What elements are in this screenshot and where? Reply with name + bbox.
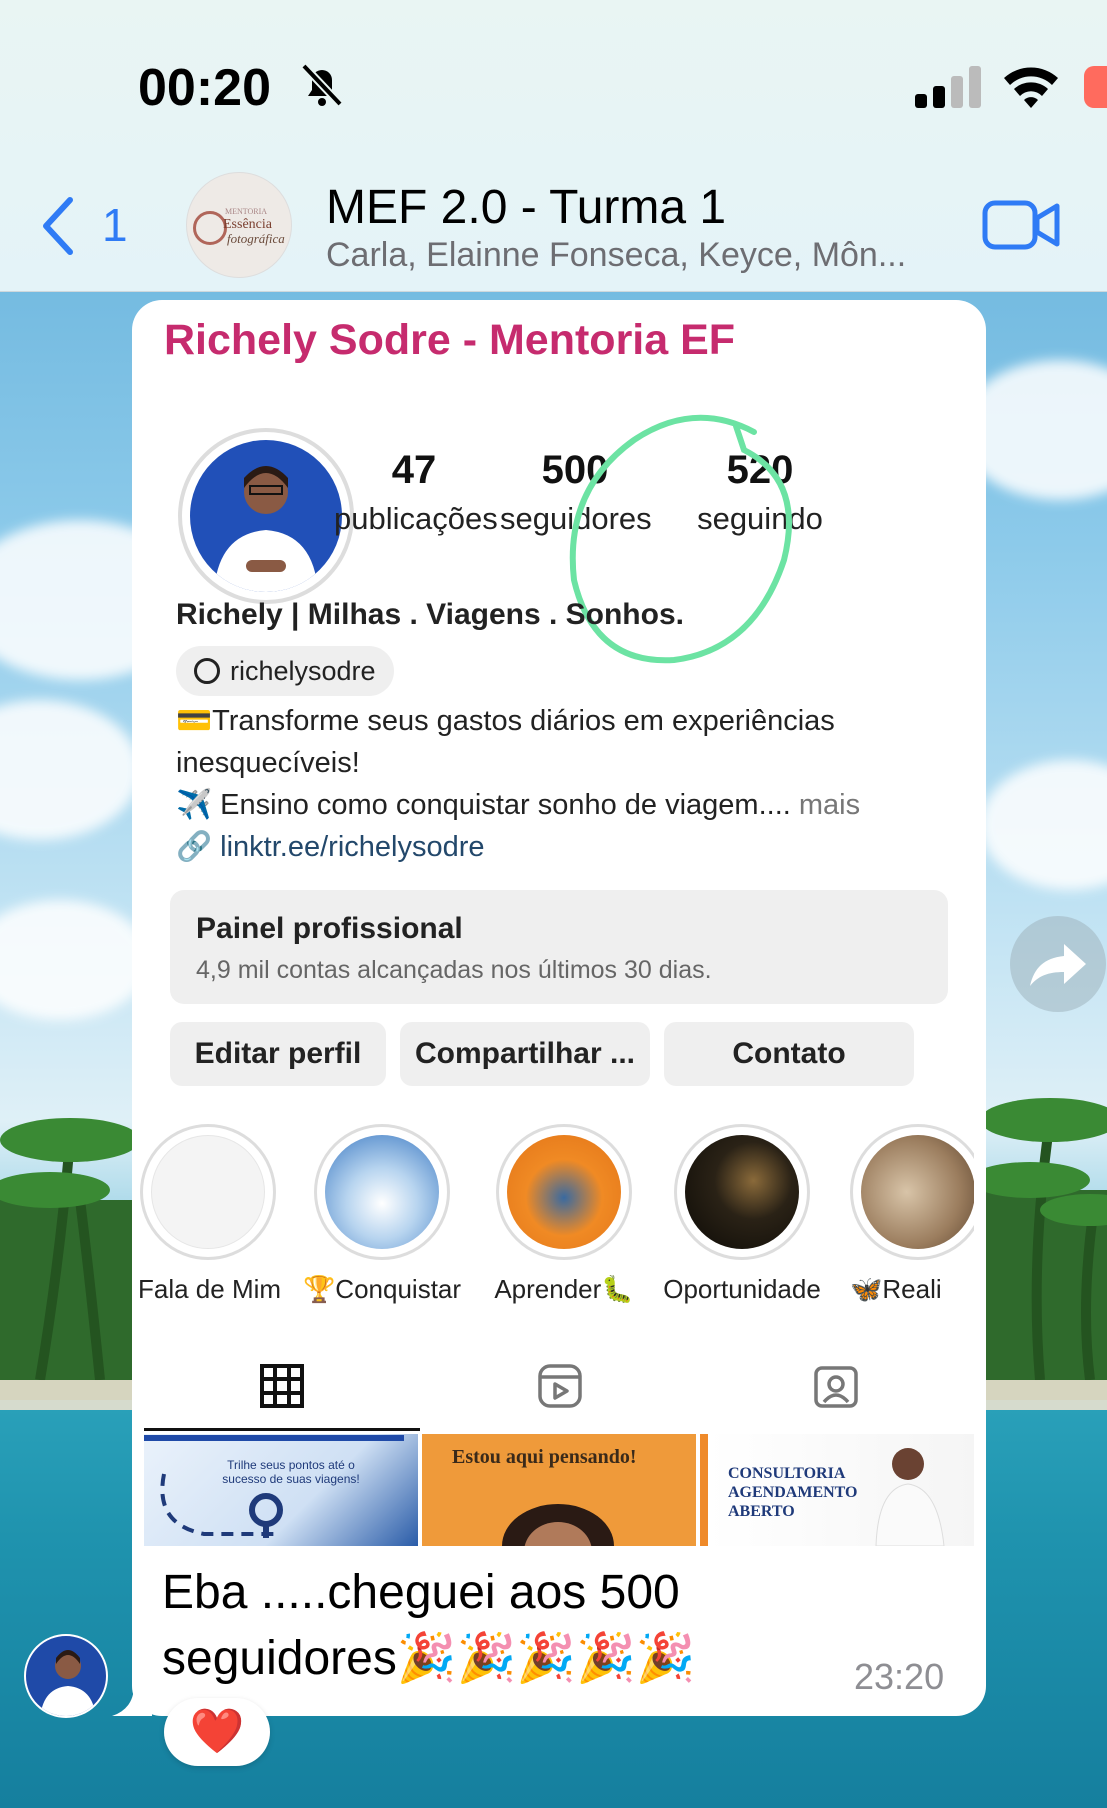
- highlight-fala-de-mim[interactable]: Fala de Mim: [138, 1124, 281, 1305]
- forward-arrow-icon: [1030, 944, 1086, 986]
- chat-header: 00:20 1 MENTORIA Essência fotográfica ME…: [0, 0, 1107, 292]
- threads-link[interactable]: richelysodre: [176, 646, 394, 696]
- group-avatar[interactable]: MENTORIA Essência fotográfica: [186, 172, 292, 278]
- edit-profile-button[interactable]: Editar perfil: [170, 1022, 386, 1086]
- cellular-signal-icon: [915, 66, 981, 108]
- highlight-oportunidade[interactable]: Oportunidade: [662, 1124, 822, 1305]
- sender-name[interactable]: Richely Sodre - Mentoria EF: [164, 316, 735, 365]
- message-text: Eba .....cheguei aos 500 seguidores🎉🎉🎉🎉🎉: [162, 1566, 696, 1685]
- camera-lens-logo: [193, 211, 227, 245]
- unread-count[interactable]: 1: [102, 198, 128, 252]
- threads-icon: [194, 658, 220, 684]
- profile-avatar: [178, 428, 354, 604]
- more-link[interactable]: mais: [791, 789, 860, 821]
- active-tab-indicator: [144, 1428, 420, 1431]
- tagged-icon[interactable]: [812, 1362, 860, 1410]
- post-tile-3[interactable]: CONSULTORIA AGENDAMENTO ABERTO: [700, 1434, 974, 1546]
- wifi-icon: [1004, 67, 1058, 108]
- bubble-tail: [112, 1680, 152, 1716]
- post-tile-1[interactable]: Trilhe seus pontos até o sucesso de suas…: [144, 1434, 418, 1546]
- reels-icon[interactable]: [536, 1362, 584, 1410]
- back-chevron-icon[interactable]: [38, 196, 78, 256]
- message-timestamp: 23:20: [854, 1656, 945, 1697]
- post-tile-2[interactable]: Estou aqui pensando!: [422, 1434, 696, 1546]
- profile-bio: 💳Transforme seus gastos diários em exper…: [176, 700, 936, 868]
- contact-button[interactable]: Contato: [664, 1022, 914, 1086]
- stat-posts[interactable]: 47 publicações: [334, 448, 498, 537]
- highlight-aprender[interactable]: Aprender🐛: [484, 1124, 644, 1305]
- sender-avatar[interactable]: [24, 1634, 108, 1718]
- grid-icon[interactable]: [258, 1362, 306, 1410]
- bio-link[interactable]: 🔗 linktr.ee/richelysodre: [176, 826, 936, 868]
- group-title[interactable]: MEF 2.0 - Turma 1: [326, 180, 726, 235]
- forward-button[interactable]: [1010, 916, 1106, 1012]
- profile-name: Richely | Milhas . Viagens . Sonhos.: [176, 598, 684, 631]
- highlight-conquistar[interactable]: 🏆Conquistar: [302, 1124, 462, 1305]
- video-call-icon[interactable]: [982, 198, 1060, 252]
- battery-icon: [1084, 66, 1107, 108]
- green-circle-highlight: [569, 414, 792, 664]
- share-profile-button[interactable]: Compartilhar ...: [400, 1022, 650, 1086]
- highlight-realizar[interactable]: 🦋Reali: [850, 1124, 974, 1305]
- group-members[interactable]: Carla, Elainne Fonseca, Keyce, Môn...: [326, 236, 956, 275]
- bell-muted-icon: [301, 63, 343, 107]
- instagram-profile-screenshot[interactable]: 47 publicações 500 seguidores 520 seguin…: [138, 400, 974, 1550]
- professional-dashboard[interactable]: Painel profissional 4,9 mil contas alcan…: [170, 890, 948, 1004]
- heart-reaction[interactable]: ❤️: [164, 1698, 270, 1766]
- status-time: 00:20: [138, 59, 271, 117]
